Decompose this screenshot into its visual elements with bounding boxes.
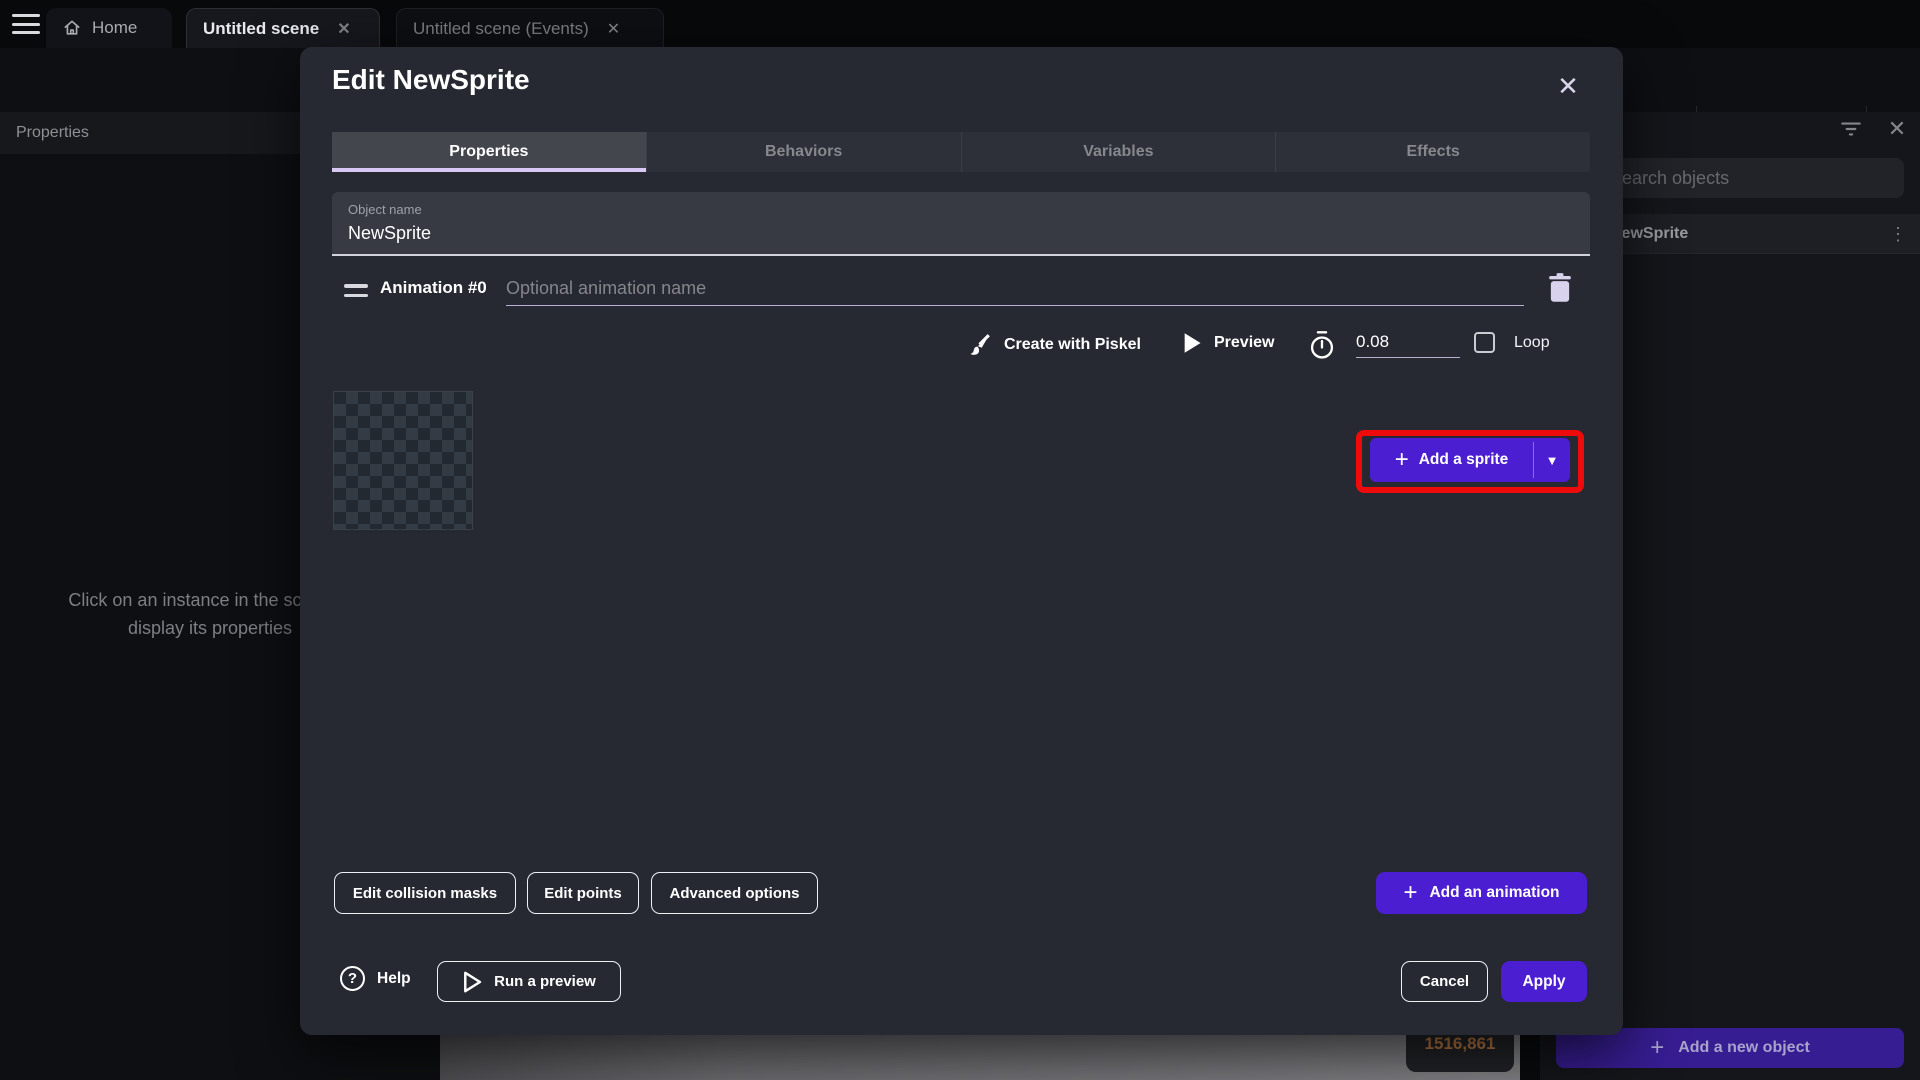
app-window: 1516,861 Home Untitled scene ✕ Untitled … xyxy=(0,0,1920,1080)
edit-points-button[interactable]: Edit points xyxy=(527,872,639,914)
delete-animation-trash-icon[interactable] xyxy=(1546,272,1574,304)
plus-icon: + xyxy=(1650,1034,1664,1062)
tab-home[interactable]: Home xyxy=(46,8,172,48)
drag-handle-icon[interactable] xyxy=(344,284,368,297)
tab-untitled-scene[interactable]: Untitled scene ✕ xyxy=(186,8,380,48)
plus-icon: + xyxy=(1403,879,1417,907)
hamburger-menu-icon[interactable] xyxy=(12,14,40,34)
cancel-button[interactable]: Cancel xyxy=(1401,961,1488,1002)
help-button[interactable]: ? Help xyxy=(340,966,411,991)
home-icon xyxy=(62,18,82,38)
tab-home-label: Home xyxy=(92,18,137,38)
run-a-preview-button[interactable]: Run a preview xyxy=(437,961,621,1002)
tab-variables[interactable]: Variables xyxy=(962,132,1277,172)
caret-down-icon[interactable]: ▼ xyxy=(1534,438,1570,482)
timer-icon xyxy=(1308,330,1336,360)
dialog-title: Edit NewSprite xyxy=(332,64,530,96)
sprite-empty-thumbnail[interactable] xyxy=(333,391,473,530)
kebab-menu-icon[interactable]: ⋮ xyxy=(1886,222,1910,246)
close-icon[interactable]: ✕ xyxy=(607,19,620,39)
object-name-value: NewSprite xyxy=(348,223,1574,244)
play-outline-icon xyxy=(462,971,482,993)
advanced-options-button[interactable]: Advanced options xyxy=(651,872,818,914)
close-icon[interactable]: ✕ xyxy=(1552,70,1584,102)
loop-label: Loop xyxy=(1514,334,1550,352)
top-tab-bar: Home Untitled scene ✕ Untitled scene (Ev… xyxy=(0,0,1920,48)
cursor-coordinates: 1516,861 xyxy=(1425,1034,1496,1054)
filter-icon[interactable] xyxy=(1838,116,1864,142)
properties-panel-title: Properties xyxy=(16,124,89,142)
animation-label: Animation #0 xyxy=(380,278,487,298)
object-name-label: Object name xyxy=(348,202,1574,217)
play-icon xyxy=(1182,332,1202,354)
tab-untitled-scene-events[interactable]: Untitled scene (Events) ✕ xyxy=(396,8,664,48)
tab-properties[interactable]: Properties xyxy=(332,132,647,172)
dialog-tab-bar: Properties Behaviors Variables Effects xyxy=(332,132,1590,172)
tab-events-label: Untitled scene (Events) xyxy=(413,19,589,39)
tab-behaviors[interactable]: Behaviors xyxy=(647,132,962,172)
plus-icon: + xyxy=(1395,446,1409,474)
animation-name-input[interactable] xyxy=(506,272,1524,306)
tab-effects[interactable]: Effects xyxy=(1276,132,1590,172)
question-icon: ? xyxy=(340,966,365,991)
close-icon[interactable]: ✕ xyxy=(1884,116,1910,142)
preview-button[interactable]: Preview xyxy=(1182,332,1274,354)
tab-scene-label: Untitled scene xyxy=(203,19,319,39)
loop-checkbox[interactable] xyxy=(1474,332,1495,353)
add-an-animation-button[interactable]: + Add an animation xyxy=(1376,872,1587,914)
object-name-field[interactable]: Object name NewSprite xyxy=(332,192,1590,256)
create-with-piskel-button[interactable]: Create with Piskel xyxy=(966,332,1141,358)
search-objects-input[interactable] xyxy=(1594,158,1904,198)
close-icon[interactable]: ✕ xyxy=(337,19,350,39)
time-between-frames-input[interactable] xyxy=(1356,326,1460,358)
add-a-sprite-button[interactable]: + Add a sprite ▼ xyxy=(1370,438,1570,482)
edit-collision-masks-button[interactable]: Edit collision masks xyxy=(334,872,516,914)
brush-icon xyxy=(966,332,992,358)
apply-button[interactable]: Apply xyxy=(1501,961,1587,1002)
